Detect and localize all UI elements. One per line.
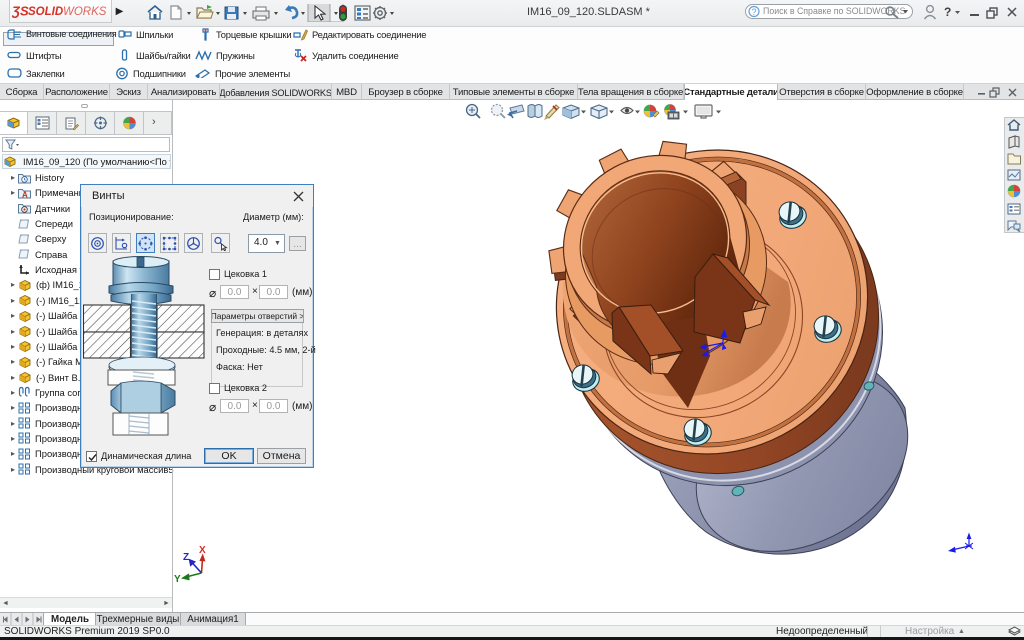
svg-text:WORKS: WORKS xyxy=(63,6,107,18)
svg-text:A: A xyxy=(22,190,28,199)
svg-text:X: X xyxy=(199,545,206,556)
svg-text:?: ? xyxy=(944,5,951,19)
svg-text:SOLID: SOLID xyxy=(28,6,63,18)
svg-text:Y: Y xyxy=(174,574,181,585)
svg-text:Z: Z xyxy=(183,552,189,563)
svg-text:?: ? xyxy=(752,7,757,17)
svg-text:ƷS: ƷS xyxy=(12,4,29,19)
